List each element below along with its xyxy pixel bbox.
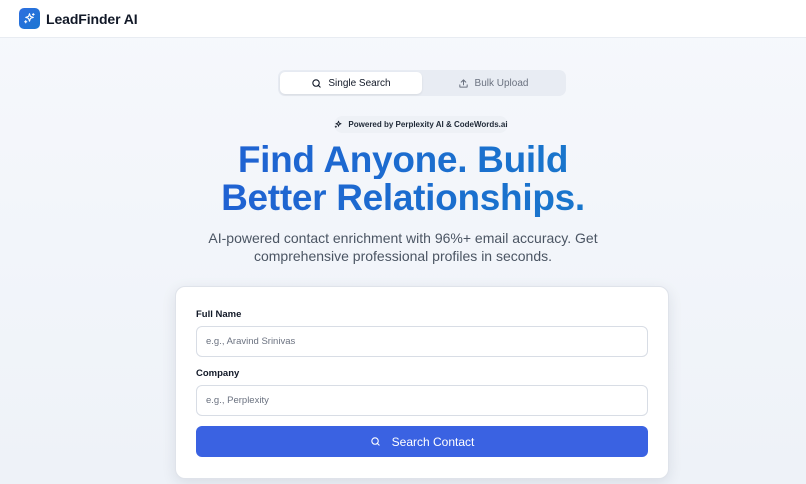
sparkle-icon	[19, 8, 40, 29]
sparkle-icon	[335, 120, 342, 128]
tab-single-search[interactable]: Single Search	[280, 72, 422, 94]
full-name-input[interactable]	[196, 326, 648, 357]
search-button-label: Search Contact	[391, 434, 475, 449]
company-label: Company	[196, 368, 240, 379]
company-input[interactable]	[196, 385, 648, 416]
search-icon	[312, 78, 322, 88]
powered-by-badge: Powered by Perplexity AI & CodeWords.ai	[334, 116, 508, 133]
upload-icon	[458, 78, 468, 88]
tab-label: Single Search	[328, 77, 391, 89]
hero-headline: Find Anyone. Build Better Relationships.	[0, 141, 806, 217]
search-contact-button[interactable]: Search Contact	[196, 426, 648, 457]
search-icon	[370, 437, 380, 446]
brand-name: LeadFinder AI	[46, 10, 138, 27]
hero-subtitle: AI-powered contact enrichment with 96%+ …	[0, 229, 806, 265]
headline-line-2: Better Relationships.	[0, 179, 806, 217]
subtitle-line-2: comprehensive professional profiles in s…	[253, 248, 553, 264]
subtitle-line-1: AI-powered contact enrichment with 96%+ …	[208, 230, 598, 246]
mode-tabs: Single Search Bulk Upload	[278, 70, 566, 96]
top-bar: LeadFinder AI	[0, 0, 806, 38]
badge-text: Powered by Perplexity AI & CodeWords.ai	[348, 120, 508, 129]
tab-bulk-upload[interactable]: Bulk Upload	[422, 72, 564, 94]
search-form-card: Full Name Company Search Contact	[175, 286, 669, 479]
headline-line-1: Find Anyone. Build	[0, 141, 806, 179]
tab-label: Bulk Upload	[474, 77, 529, 89]
full-name-label: Full Name	[196, 309, 242, 320]
